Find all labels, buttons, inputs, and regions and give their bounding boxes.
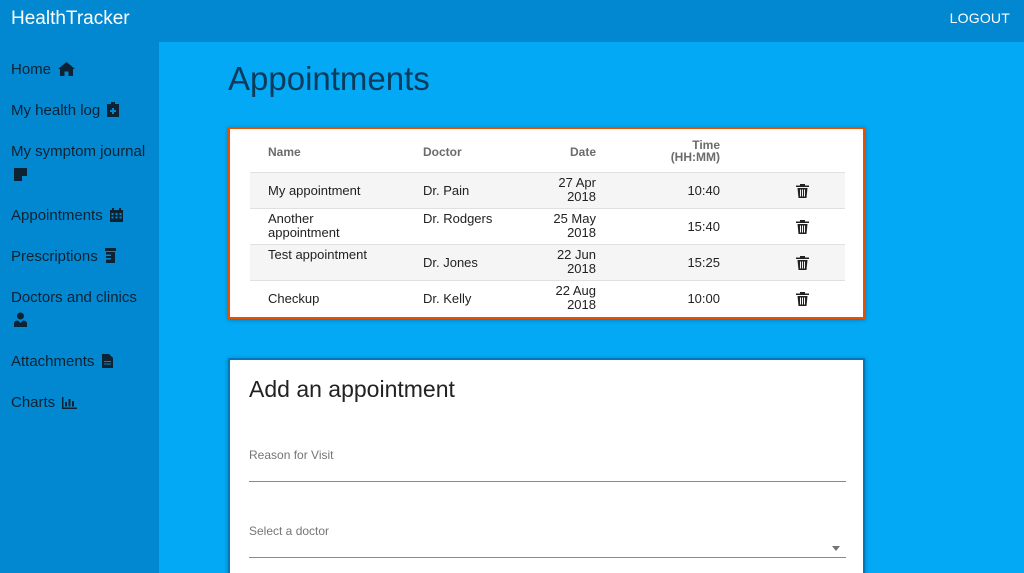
date-year: 2018	[567, 297, 596, 312]
sidebar-item-attachments[interactable]: Attachments	[11, 350, 151, 373]
sidebar-item-label: My health log	[11, 102, 101, 119]
form-title: Add an appointment	[249, 376, 455, 402]
table-header: Name Doctor Date Time (HH:MM)	[250, 129, 845, 173]
sidebar-item-label: Appointments	[11, 207, 103, 224]
date-day: 22 Aug	[555, 283, 597, 298]
appointment-time: 10:00	[687, 291, 720, 306]
date-year: 2018	[567, 261, 596, 276]
sidebar-item-home[interactable]: Home	[11, 58, 151, 81]
appointments-table: Name Doctor Date Time (HH:MM) My appoint…	[228, 127, 865, 319]
appointment-date: 25 May 2018	[516, 212, 596, 240]
doctor-select[interactable]: Select a doctor	[249, 524, 846, 558]
doctor-select-label: Select a doctor	[249, 524, 330, 538]
date-day: 25 May	[553, 211, 596, 226]
date-day: 22 Jun	[556, 247, 596, 262]
trash-icon[interactable]	[796, 220, 809, 234]
appointment-time: 10:40	[687, 183, 720, 198]
appointment-name: Test appointment	[268, 247, 368, 262]
sidebar-item-health-log[interactable]: My health log	[11, 99, 151, 122]
top-app-bar: HealthTracker LOGOUT	[0, 0, 1024, 42]
sidebar-item-appointments[interactable]: Appointments	[11, 204, 151, 227]
sidebar-item-symptom-journal[interactable]: My symptom journal	[11, 140, 151, 186]
sidebar-item-label: My symptom journal	[11, 143, 146, 160]
table-row: My appointment Dr. Pain 27 Apr 2018 10:40	[250, 173, 845, 209]
column-header-name: Name	[268, 145, 301, 159]
table-row: Test appointment Dr. Jones 22 Jun 2018 15…	[250, 245, 845, 281]
sidebar-item-charts[interactable]: Charts	[11, 391, 151, 414]
date-year: 2018	[567, 225, 596, 240]
appointment-time: 15:40	[687, 219, 720, 234]
appointment-name: Checkup	[268, 291, 320, 306]
sidebar-item-prescriptions[interactable]: Prescriptions	[11, 245, 151, 268]
column-header-time: Time (HH:MM)	[640, 139, 720, 163]
page-title: Appointments	[228, 60, 430, 97]
clipboard-plus-icon	[107, 102, 120, 117]
prescription-bottle-icon	[104, 248, 116, 263]
home-icon	[58, 62, 76, 76]
appointment-date: 22 Jun 2018	[516, 248, 596, 276]
column-header-doctor: Doctor	[423, 145, 462, 159]
calendar-icon	[109, 208, 123, 222]
sticky-note-icon	[14, 168, 27, 181]
appointment-doctor: Dr. Jones	[423, 255, 478, 270]
file-icon	[101, 354, 113, 368]
bar-chart-icon	[62, 397, 78, 409]
sidebar-item-label: Home	[11, 61, 52, 78]
date-year: 2018	[567, 189, 596, 204]
sidebar-item-label: Prescriptions	[11, 248, 98, 265]
sidebar-item-label: Attachments	[11, 353, 95, 370]
trash-icon[interactable]	[796, 256, 809, 270]
trash-icon[interactable]	[796, 184, 809, 198]
table-row: Another appointment Dr. Rodgers 25 May 20…	[250, 209, 845, 245]
appointment-doctor: Dr. Rodgers	[423, 211, 493, 226]
sidebar-item-doctors-clinics[interactable]: Doctors and clinics	[11, 286, 151, 332]
appointment-date: 22 Aug 2018	[516, 283, 597, 312]
sidebar-item-label: Doctors and clinics	[11, 289, 137, 306]
sidebar-item-label: Charts	[11, 394, 56, 411]
appointment-name: My appointment	[268, 183, 361, 198]
app-title: HealthTracker	[11, 8, 130, 29]
sidebar: Home My health log My symptom journal Ap…	[0, 42, 159, 573]
dropdown-arrow-icon[interactable]	[832, 546, 840, 551]
appointment-time: 15:25	[687, 255, 720, 270]
appointment-date: 27 Apr 2018	[516, 176, 596, 204]
appointment-name: Another appointment	[268, 211, 340, 240]
logout-button[interactable]: LOGOUT	[950, 10, 1010, 26]
user-doctor-icon	[14, 312, 27, 327]
add-appointment-form: Add an appointment Reason for Visit Sele…	[228, 358, 865, 573]
table-row: Checkup Dr. Kelly 22 Aug 2018 10:00	[250, 281, 845, 317]
appointment-doctor: Dr. Pain	[423, 183, 470, 198]
reason-for-visit-label: Reason for Visit	[249, 448, 334, 462]
time-header-unit: (HH:MM)	[670, 150, 720, 164]
appointment-doctor: Dr. Kelly	[423, 291, 472, 306]
date-day: 27 Apr	[558, 175, 596, 190]
column-header-date: Date	[569, 145, 596, 159]
reason-for-visit-input[interactable]: Reason for Visit	[249, 448, 846, 482]
trash-icon[interactable]	[796, 292, 809, 306]
